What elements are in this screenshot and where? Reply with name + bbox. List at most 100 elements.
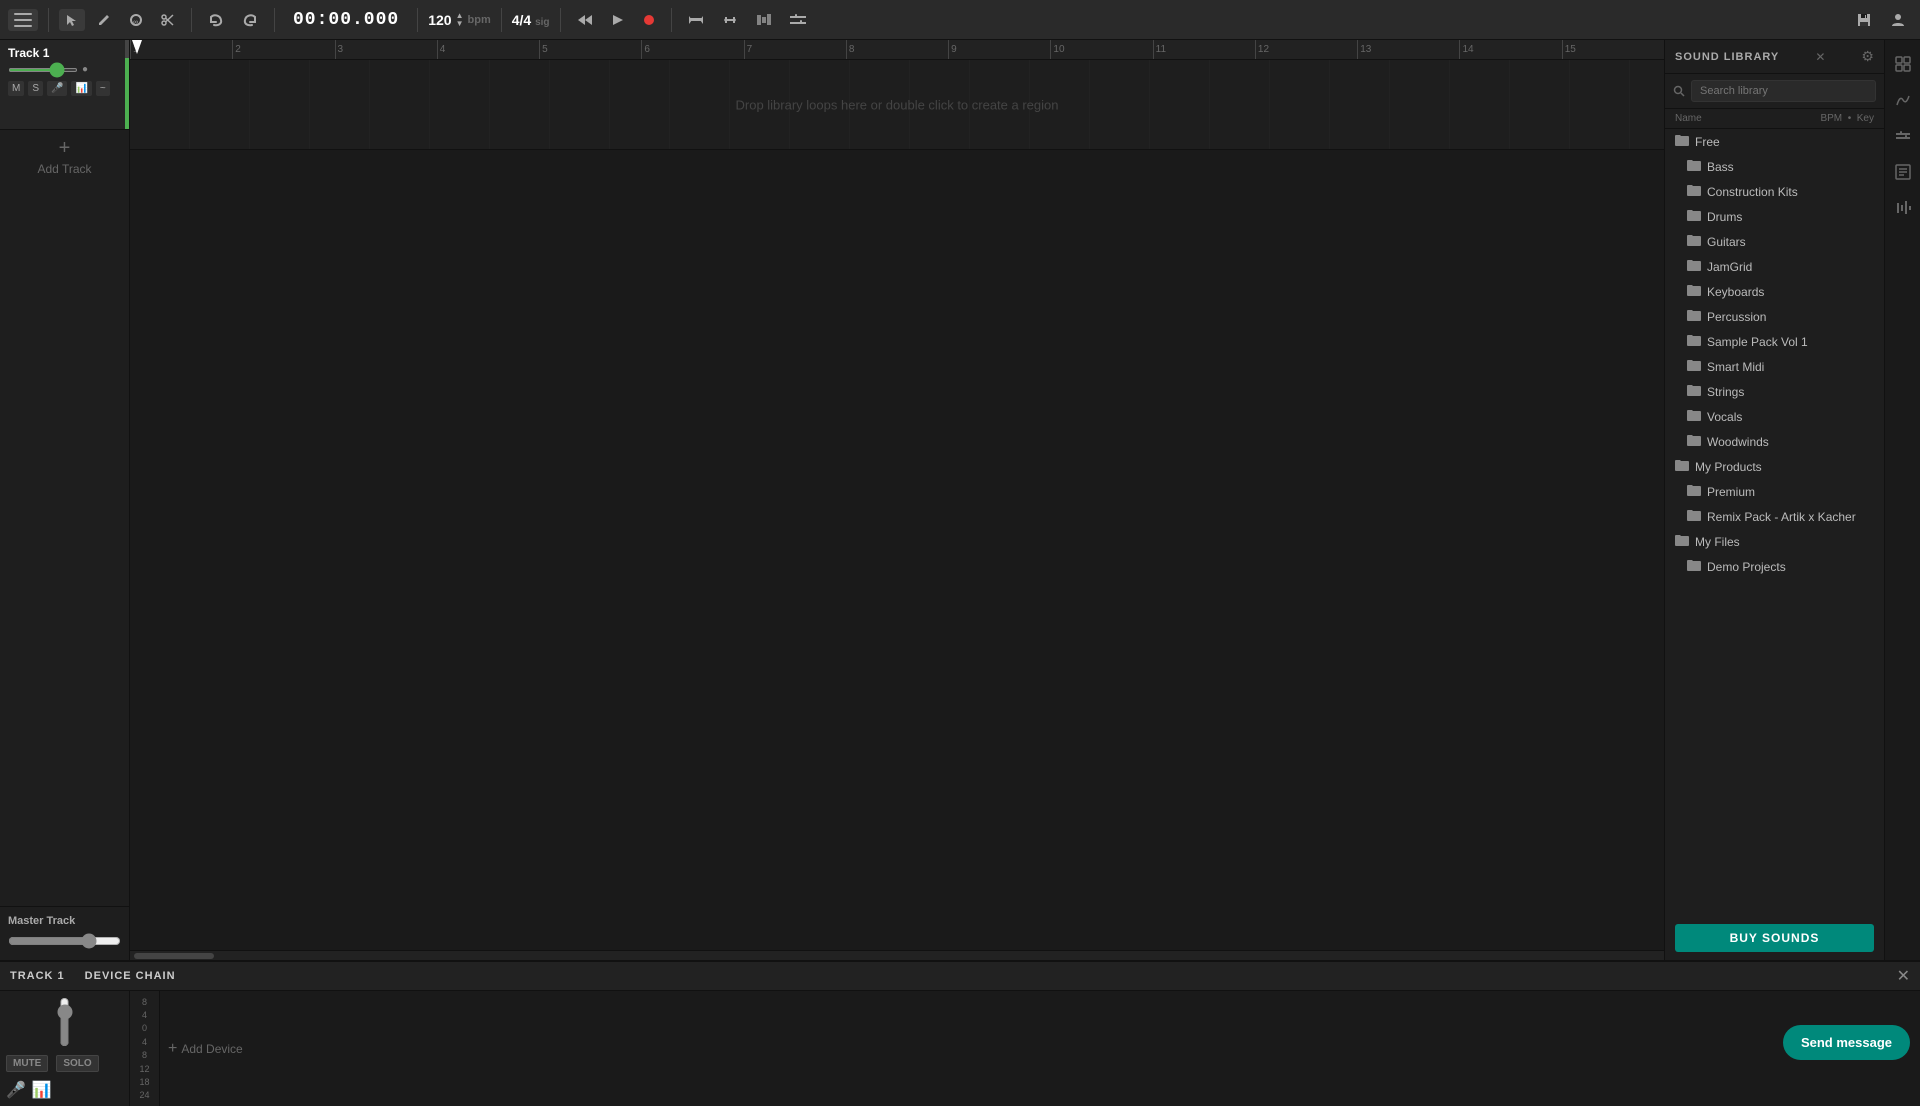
right-icon-4[interactable] (1887, 156, 1919, 188)
library-item[interactable]: Percussion (1665, 304, 1884, 329)
separator-3 (274, 8, 275, 32)
track1-bottom-controls: MUTE SOLO 🎤 📊 (0, 991, 130, 1106)
save-button[interactable] (1850, 8, 1878, 32)
cursor-tool-button[interactable] (59, 9, 85, 31)
menu-button[interactable] (8, 9, 38, 31)
bottom-title: TRACK 1 DEVICE CHAIN (10, 970, 176, 982)
library-item[interactable]: Remix Pack - Artik x Kacher (1665, 504, 1884, 529)
library-item-name: My Products (1695, 460, 1762, 474)
scissors-tool-button[interactable] (155, 9, 181, 31)
folder-icon (1687, 159, 1701, 174)
quantize-button[interactable] (750, 9, 778, 31)
folder-icon (1687, 384, 1701, 399)
library-item[interactable]: Keyboards (1665, 279, 1884, 304)
track1-mute-button[interactable]: MUTE (6, 1055, 48, 1072)
track1-volume-fader[interactable] (0, 997, 129, 1047)
library-item-name: Woodwinds (1707, 435, 1769, 449)
right-icon-3[interactable] (1887, 120, 1919, 152)
arrange-scrollbar[interactable] (130, 950, 1664, 960)
track-1-auto-btn[interactable]: ~ (96, 81, 110, 96)
library-item[interactable]: Vocals (1665, 404, 1884, 429)
library-item[interactable]: Woodwinds (1665, 429, 1884, 454)
add-track-area[interactable]: + Add Track (0, 130, 129, 184)
library-item[interactable]: My Products (1665, 454, 1884, 479)
ruler-mark-8: 8 (846, 40, 948, 60)
track-1-record-arm-btn[interactable]: 🎤 (47, 81, 67, 96)
toolbar-right (1850, 8, 1912, 32)
library-item[interactable]: Construction Kits (1665, 179, 1884, 204)
undo-button[interactable] (202, 9, 230, 31)
track-1-mute-btn[interactable]: M (8, 81, 24, 96)
library-item-name: Vocals (1707, 410, 1742, 424)
track-1-eq-btn[interactable]: 📊 (71, 81, 91, 96)
send-message-button[interactable]: Send message (1783, 1025, 1910, 1060)
library-search-input[interactable] (1691, 80, 1876, 102)
library-item-name: Guitars (1707, 235, 1746, 249)
folder-icon (1687, 334, 1701, 349)
bottom-close-button[interactable]: ✕ (1897, 966, 1910, 986)
folder-icon (1675, 459, 1689, 474)
track-1-solo-btn[interactable]: S (28, 81, 43, 96)
library-close-button[interactable]: ✕ (1815, 50, 1825, 64)
library-item[interactable]: JamGrid (1665, 254, 1884, 279)
scrollbar-thumb[interactable] (134, 953, 214, 959)
separator-2 (191, 8, 192, 32)
folder-icon (1675, 134, 1689, 149)
track1-solo-button[interactable]: SOLO (56, 1055, 98, 1072)
track1-meter-icon[interactable]: 📊 (32, 1080, 52, 1100)
ruler-mark-3: 3 (335, 40, 437, 60)
add-device-button[interactable]: + Add Device (168, 1040, 243, 1058)
loop-tool-button[interactable]: ∞ (123, 9, 149, 31)
library-settings-button[interactable]: ⚙ (1861, 48, 1874, 65)
tracks-content[interactable]: Drop library loops here or double click … (130, 60, 1664, 950)
library-item-name: Demo Projects (1707, 560, 1786, 574)
device-chain-area[interactable]: + Add Device (160, 991, 1920, 1106)
library-item[interactable]: My Files (1665, 529, 1884, 554)
user-button[interactable] (1884, 8, 1912, 32)
add-device-plus-icon: + (168, 1040, 177, 1058)
library-item-name: Percussion (1707, 310, 1766, 324)
folder-icon (1687, 559, 1701, 574)
timeline-ruler[interactable]: 123456789101112131415 (130, 40, 1664, 60)
track-1-volume: ● (8, 64, 121, 75)
redo-button[interactable] (236, 9, 264, 31)
buy-sounds-button[interactable]: BUY SOUNDS (1675, 924, 1874, 952)
sig-value: 4/4 (512, 12, 531, 28)
track1-record-icon[interactable]: 🎤 (6, 1080, 26, 1100)
library-item[interactable]: Smart Midi (1665, 354, 1884, 379)
master-track-volume[interactable] (8, 933, 121, 949)
track-1-lane[interactable]: Drop library loops here or double click … (130, 60, 1664, 150)
bpm-label: bpm (468, 14, 491, 26)
library-item[interactable]: Drums (1665, 204, 1884, 229)
library-item[interactable]: Premium (1665, 479, 1884, 504)
folder-icon (1687, 259, 1701, 274)
folder-icon (1687, 284, 1701, 299)
play-button[interactable] (605, 9, 631, 31)
time-signature[interactable]: 4/4 sig (512, 12, 550, 28)
right-icon-1[interactable] (1887, 48, 1919, 80)
folder-icon (1687, 434, 1701, 449)
record-button[interactable] (637, 10, 661, 30)
ruler-mark-1: 1 (130, 40, 232, 60)
library-item-name: Bass (1707, 160, 1734, 174)
library-item[interactable]: Demo Projects (1665, 554, 1884, 579)
right-icon-2[interactable] (1887, 84, 1919, 116)
library-item[interactable]: Bass (1665, 154, 1884, 179)
bottom-header: TRACK 1 DEVICE CHAIN ✕ (0, 962, 1920, 991)
pencil-tool-button[interactable] (91, 9, 117, 31)
snap-button[interactable] (716, 9, 744, 31)
track-1-level-bar (125, 40, 129, 129)
library-item[interactable]: Strings (1665, 379, 1884, 404)
rewind-button[interactable] (571, 9, 599, 31)
library-item[interactable]: Free (1665, 129, 1884, 154)
loop-button[interactable] (682, 9, 710, 31)
bpm-stepper[interactable]: ▲ ▼ (456, 12, 464, 28)
sound-library: SOUND LIBRARY ✕ ⚙ Name BPM • Key FreeBas… (1664, 40, 1884, 960)
settings-button[interactable] (784, 9, 812, 31)
library-item[interactable]: Sample Pack Vol 1 (1665, 329, 1884, 354)
library-item[interactable]: Guitars (1665, 229, 1884, 254)
library-item-name: My Files (1695, 535, 1740, 549)
track-1-volume-slider[interactable] (8, 68, 78, 72)
right-icon-5[interactable] (1887, 192, 1919, 224)
add-device-label: Add Device (181, 1042, 242, 1056)
